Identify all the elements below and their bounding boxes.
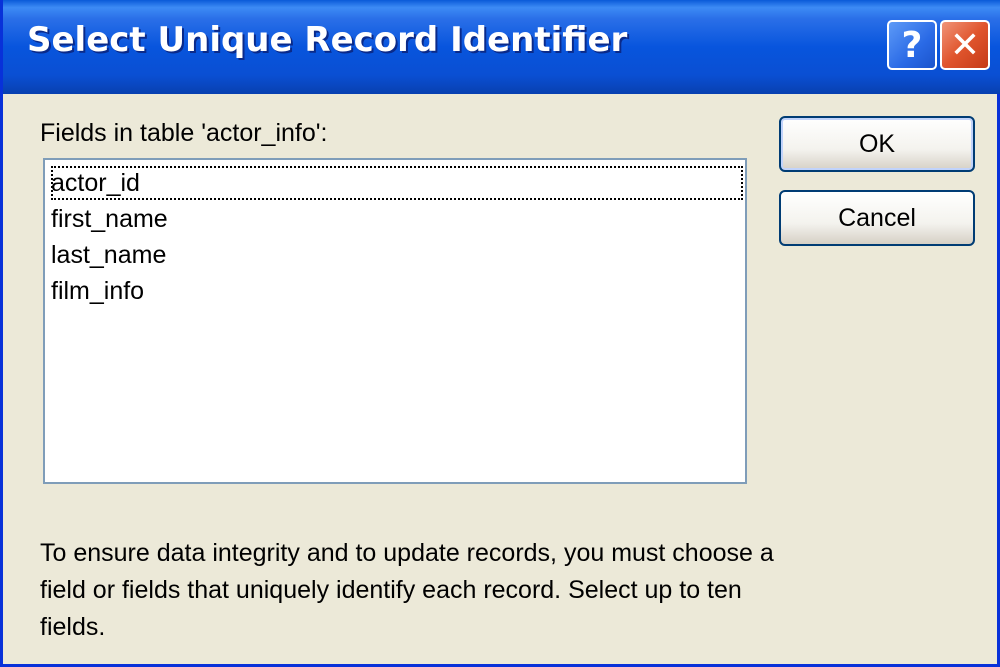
select-unique-record-dialog: Select Unique Record Identifier ? ✕ Fiel…: [0, 0, 1000, 667]
close-icon: ✕: [949, 24, 981, 66]
fields-listbox[interactable]: actor_id first_name last_name film_info: [43, 158, 747, 484]
list-item-film-info[interactable]: film_info: [51, 276, 144, 306]
list-item-actor-id[interactable]: actor_id: [51, 168, 140, 198]
ok-button[interactable]: OK: [779, 116, 975, 172]
title-bar[interactable]: Select Unique Record Identifier ? ✕: [3, 0, 1000, 94]
instruction-text: To ensure data integrity and to update r…: [40, 539, 774, 641]
fields-label: Fields in table 'actor_info':: [40, 119, 328, 147]
focus-rectangle: [51, 166, 743, 200]
close-button[interactable]: ✕: [940, 20, 990, 70]
cancel-button[interactable]: Cancel: [779, 190, 975, 246]
list-item-last-name[interactable]: last_name: [51, 240, 166, 270]
list-item-first-name[interactable]: first_name: [51, 204, 168, 234]
dialog-title: Select Unique Record Identifier: [27, 20, 628, 60]
help-icon: ?: [901, 24, 923, 66]
help-button[interactable]: ?: [887, 20, 937, 70]
